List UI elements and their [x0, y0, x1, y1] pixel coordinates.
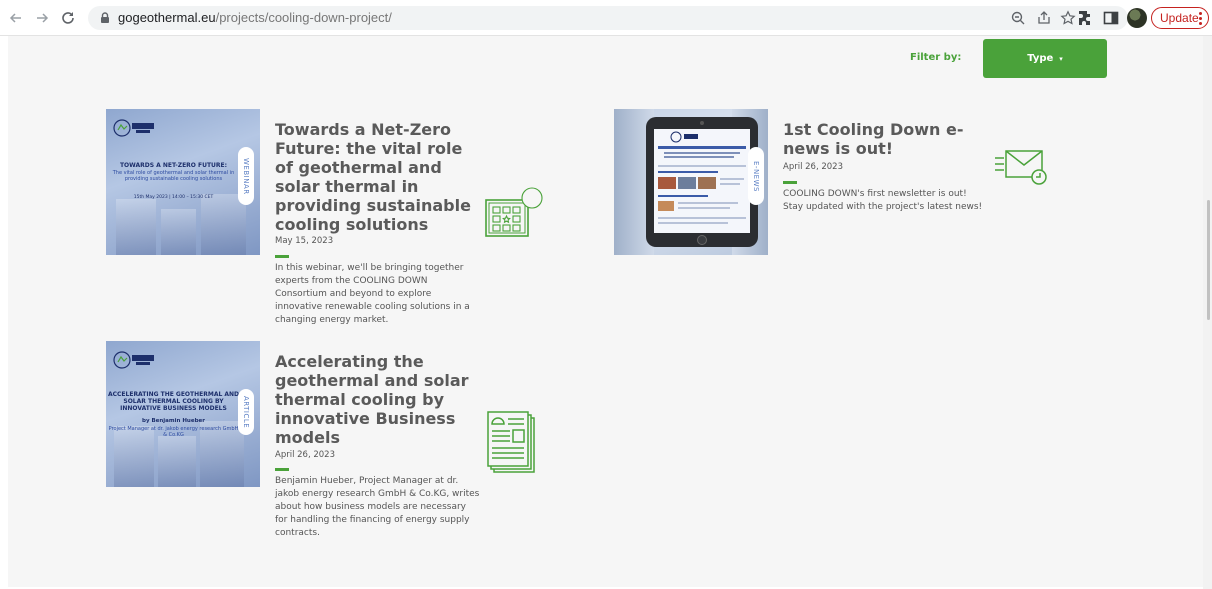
card-title[interactable]: Towards a Net-Zero Future: the vital rol…: [275, 120, 475, 234]
tag-webinar: WEBINAR: [238, 147, 254, 205]
accent-bar: [275, 468, 289, 471]
update-button[interactable]: Update: [1151, 7, 1209, 29]
profile-avatar[interactable]: [1127, 8, 1147, 28]
type-filter-button[interactable]: Type ▾: [983, 39, 1107, 78]
arrow-right-icon: [37, 13, 49, 23]
calendar-icon: [485, 187, 543, 237]
back-button[interactable]: [6, 8, 26, 28]
tag-enews: E-NEWS: [748, 147, 764, 205]
card-title[interactable]: Accelerating the geothermal and solar th…: [275, 352, 475, 447]
extensions-icon[interactable]: [1077, 9, 1095, 27]
document-icon: [487, 411, 535, 473]
card-date: April 26, 2023: [275, 450, 335, 460]
star-icon[interactable]: [1060, 10, 1076, 26]
reload-icon: [62, 12, 74, 24]
card-description: COOLING DOWN's first newsletter is out! …: [783, 189, 983, 212]
page-content: Filter by: Type ▾ TOWARDS A NET-ZERO FUT…: [8, 36, 1203, 587]
zoom-icon[interactable]: [1010, 10, 1026, 26]
card-title[interactable]: 1st Cooling Down e-news is out!: [783, 120, 983, 158]
card-description: Benjamin Hueber, Project Manager at dr. …: [275, 476, 480, 538]
cooling-down-logo: [113, 351, 154, 369]
caret-down-icon: ▾: [1059, 54, 1063, 63]
card-thumbnail-webinar[interactable]: TOWARDS A NET-ZERO FUTURE: The vital rol…: [106, 109, 260, 255]
tag-article: ARTICLE: [238, 389, 254, 435]
cooling-down-logo: [113, 119, 154, 137]
accent-bar: [275, 255, 289, 258]
menu-dots-icon: [1199, 12, 1202, 25]
card-description: In this webinar, we'll be bringing toget…: [275, 263, 470, 325]
card-thumbnail-enews[interactable]: E-NEWS: [614, 109, 768, 255]
scrollbar-thumb[interactable]: [1207, 200, 1210, 320]
card-date: May 15, 2023: [275, 236, 334, 246]
card-thumbnail-article[interactable]: ACCELERATING THE GEOTHERMAL AND SOLAR TH…: [106, 341, 260, 487]
filter-label: Filter by:: [910, 52, 962, 63]
share-icon[interactable]: [1036, 10, 1052, 26]
side-panel-icon[interactable]: [1102, 9, 1120, 27]
card-date: April 26, 2023: [783, 162, 843, 172]
accent-bar: [783, 181, 797, 184]
tablet-illustration: [646, 117, 758, 247]
browser-toolbar: gogeothermal.eu/projects/cooling-down-pr…: [0, 0, 1212, 36]
reload-button[interactable]: [58, 8, 78, 28]
address-bar[interactable]: gogeothermal.eu/projects/cooling-down-pr…: [88, 6, 1128, 30]
envelope-icon: [995, 150, 1047, 185]
lock-icon: [101, 12, 109, 23]
url-text: gogeothermal.eu/projects/cooling-down-pr…: [118, 10, 392, 25]
forward-button[interactable]: [32, 8, 52, 28]
arrow-left-icon: [9, 13, 21, 23]
